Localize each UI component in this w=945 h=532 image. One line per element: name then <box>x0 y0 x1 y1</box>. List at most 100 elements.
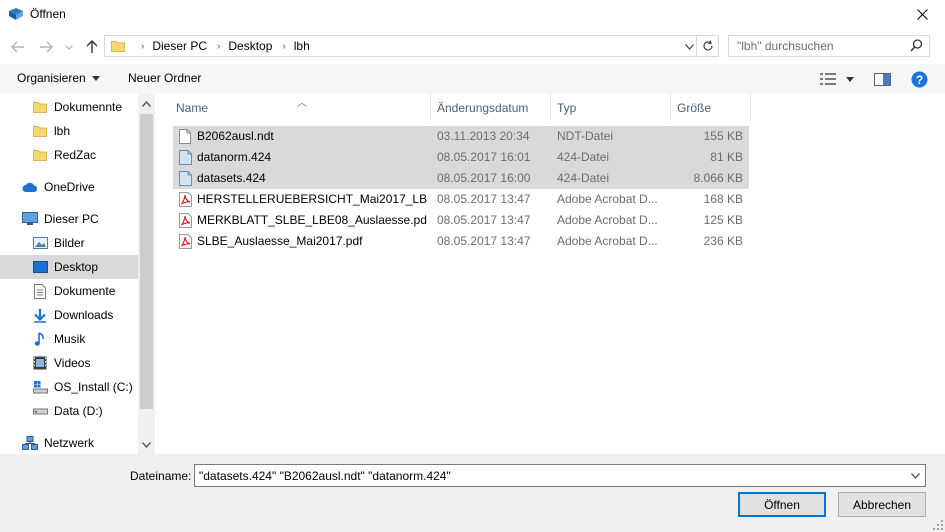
file-name: B2062ausl.ndt <box>197 129 274 143</box>
close-button[interactable] <box>899 0 945 29</box>
nav-item-data-d[interactable]: Data (D:) <box>0 399 138 423</box>
file-type: NDT-Datei <box>557 129 614 143</box>
scroll-down-button[interactable] <box>140 438 153 452</box>
resize-grip-icon[interactable] <box>933 520 943 530</box>
forward-button[interactable] <box>36 37 56 57</box>
organize-label: Organisieren <box>17 71 86 85</box>
help-button[interactable]: ? <box>911 70 928 88</box>
filename-dropdown-button[interactable] <box>908 469 922 483</box>
nav-item-dokumente[interactable]: Dokumente <box>0 279 138 303</box>
chevron-down-icon <box>91 75 100 81</box>
nav-item-dokumennte[interactable]: Dokumennte <box>0 95 138 119</box>
preview-pane-button[interactable] <box>874 70 891 88</box>
nav-item-label: Musik <box>54 332 86 346</box>
nav-item-label: RedZac <box>54 148 97 162</box>
file-row[interactable]: MERKBLATT_SLBE_LBE08_Auslaesse.pdf 08.05… <box>173 210 749 231</box>
up-button[interactable] <box>82 37 102 57</box>
search-box[interactable] <box>728 35 930 57</box>
column-header-label: Änderungsdatum <box>437 100 529 115</box>
breadcrumb-item[interactable]: lbh <box>294 39 310 53</box>
file-row[interactable]: SLBE_Auslaesse_Mai2017.pdf 08.05.2017 13… <box>173 231 749 252</box>
nav-item-downloads[interactable]: Downloads <box>0 303 138 327</box>
folder-icon <box>111 39 125 56</box>
refresh-button[interactable] <box>696 36 718 56</box>
file-size: 155 KB <box>703 129 743 143</box>
network-icon <box>22 435 38 451</box>
folder-icon <box>32 99 48 115</box>
nav-item-os-install[interactable]: OS_Install (C:) <box>0 375 138 399</box>
nav-item-label: Desktop <box>54 260 99 274</box>
filename-input[interactable] <box>199 468 899 483</box>
nav-item-videos[interactable]: Videos <box>0 351 138 375</box>
nav-item-desktop[interactable]: Desktop <box>0 255 138 279</box>
nav-item-netzwerk[interactable]: Netzwerk <box>0 431 138 454</box>
back-button[interactable] <box>8 37 28 57</box>
computer-icon <box>22 211 38 227</box>
column-header-date[interactable]: Änderungsdatum <box>431 94 551 121</box>
address-bar[interactable]: › Dieser PC › Desktop › lbh <box>104 35 719 57</box>
pdf-icon <box>179 192 193 208</box>
filename-combobox[interactable] <box>194 464 926 487</box>
nav-item-onedrive[interactable]: OneDrive <box>0 175 138 199</box>
file-name: SLBE_Auslaesse_Mai2017.pdf <box>197 234 363 248</box>
music-icon <box>32 331 48 347</box>
window-title: Öffnen <box>30 7 66 21</box>
file-size: 8.066 KB <box>693 171 743 185</box>
chevron-down-icon <box>846 76 854 82</box>
file-date: 08.05.2017 16:00 <box>437 171 531 185</box>
breadcrumb-item[interactable]: Desktop <box>228 39 272 53</box>
address-dropdown-button[interactable] <box>682 40 696 54</box>
file-row[interactable]: B2062ausl.ndt 03.11.2013 20:34 NDT-Datei… <box>173 126 749 147</box>
nav-item-label: OS_Install (C:) <box>54 380 133 394</box>
file-row[interactable]: datasets.424 08.05.2017 16:00 424-Datei … <box>173 168 749 189</box>
arrow-up-icon <box>86 40 98 53</box>
arrow-right-icon <box>40 41 53 53</box>
breadcrumb-item[interactable]: Dieser PC <box>152 39 207 53</box>
chevron-down-icon <box>684 44 694 50</box>
nav-item-redzac[interactable]: RedZac <box>0 143 138 167</box>
open-button[interactable]: Öffnen <box>738 492 826 517</box>
organize-button[interactable]: Organisieren <box>17 71 100 85</box>
nav-item-bilder[interactable]: Bilder <box>0 231 138 255</box>
app-icon <box>8 7 24 21</box>
nav-item-label: Data (D:) <box>54 404 103 418</box>
nav-item-label: Dokumennte <box>54 100 123 114</box>
help-icon: ? <box>911 71 928 87</box>
nav-item-label: Netzwerk <box>44 436 95 450</box>
breadcrumb-separator-icon: › <box>282 40 286 52</box>
breadcrumb: › Dieser PC › Desktop › lbh <box>131 39 310 53</box>
scrollbar-thumb[interactable] <box>140 114 153 409</box>
scroll-up-button[interactable] <box>140 97 153 111</box>
videos-icon <box>32 355 48 371</box>
column-header-label: Typ <box>557 100 577 115</box>
navigation-scrollbar[interactable] <box>138 94 155 454</box>
nav-item-musik[interactable]: Musik <box>0 327 138 351</box>
pdf-icon <box>179 213 193 229</box>
file-row[interactable]: datanorm.424 08.05.2017 16:01 424-Datei … <box>173 147 749 168</box>
chevron-down-icon <box>65 44 73 50</box>
cancel-button[interactable]: Abbrechen <box>838 492 926 517</box>
file-date: 03.11.2013 20:34 <box>437 129 530 143</box>
column-header-name[interactable]: Name <box>170 94 431 121</box>
view-options-button[interactable] <box>820 70 854 88</box>
recent-locations-button[interactable] <box>62 37 76 57</box>
search-icon[interactable] <box>910 39 923 55</box>
refresh-icon <box>702 40 713 51</box>
data-file-icon <box>179 171 193 187</box>
new-folder-button[interactable]: Neuer Ordner <box>128 71 201 85</box>
column-header-label: Größe <box>677 100 712 115</box>
search-input[interactable] <box>737 38 907 54</box>
file-row[interactable]: HERSTELLERUEBERSICHT_Mai2017_LBE0... 08.… <box>173 189 749 210</box>
pictures-icon <box>32 235 48 251</box>
pdf-icon <box>179 234 193 250</box>
file-type: 424-Datei <box>557 150 610 164</box>
file-name: datasets.424 <box>197 171 266 185</box>
nav-item-lbh[interactable]: lbh <box>0 119 138 143</box>
bottom-pane: Dateiname: Öffnen Abbrechen <box>0 454 945 532</box>
column-header-type[interactable]: Typ <box>551 94 671 121</box>
file-list: ︿ Name Änderungsdatum Typ Größe B2062aus… <box>157 94 945 454</box>
nav-item-dieser-pc[interactable]: Dieser PC <box>0 207 138 231</box>
column-header-size[interactable]: Größe <box>671 94 751 121</box>
drive-icon <box>32 403 48 419</box>
drive-icon <box>32 379 48 395</box>
